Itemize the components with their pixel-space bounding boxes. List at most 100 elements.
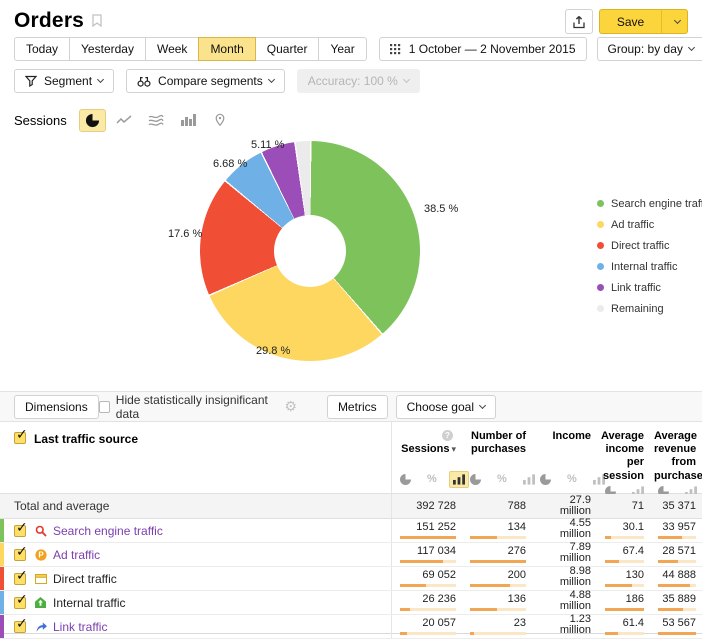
metric-cell: 33 957 [650, 519, 702, 542]
gear-icon[interactable]: ⚙ [284, 398, 297, 415]
column-header-avg-revenue: Average revenue from purchase [650, 422, 702, 493]
row-label-link[interactable]: Link traffic [53, 620, 107, 634]
chart-type-stacked-button[interactable] [143, 109, 170, 132]
metric-cell: 4.55 million [532, 519, 597, 542]
hide-insignificant-checkbox[interactable] [99, 401, 110, 413]
row-checkbox[interactable] [14, 573, 26, 585]
metric-cell: 134 [462, 519, 532, 542]
column-sort-button[interactable]: Average revenue from purchase [654, 430, 696, 483]
report-table: Last traffic source ?Sessions▾ % Number … [0, 422, 702, 639]
bookmark-icon[interactable] [92, 14, 102, 27]
binoculars-icon [137, 75, 151, 87]
tab-month[interactable]: Month [198, 37, 255, 61]
metric-cell: 276 [462, 543, 532, 566]
row-metrics: 26 236 136 4.88 million 186 35 889 [391, 591, 702, 614]
hide-insignificant-label[interactable]: Hide statistically insignificant data [116, 393, 279, 421]
choose-goal-dropdown[interactable]: Choose goal [396, 395, 496, 419]
group-by-label: Group: by day [608, 42, 683, 56]
date-range-button[interactable]: 1 October — 2 November 2015 [379, 37, 587, 61]
pie-toggle-icon[interactable] [396, 471, 415, 488]
legend-item[interactable]: Search engine traffic [597, 193, 702, 214]
metric-bar [658, 584, 696, 587]
column-sort-button[interactable]: Number of purchases [466, 430, 526, 456]
legend-item[interactable]: Link traffic [597, 277, 702, 298]
metric-bar [605, 560, 644, 563]
metric-bar [605, 536, 644, 539]
compare-segments-dropdown[interactable]: Compare segments [126, 69, 285, 93]
metric-bar [470, 560, 526, 563]
column-sort-button[interactable]: Average income per session [601, 430, 644, 483]
bar-chart-icon [181, 114, 196, 126]
metric-value: 61.4 [605, 618, 644, 629]
legend-item[interactable]: Remaining [597, 298, 702, 319]
tab-yesterday[interactable]: Yesterday [69, 37, 146, 61]
stacked-area-icon [148, 114, 164, 127]
row-checkbox[interactable] [14, 597, 26, 609]
metric-value: 4.88 million [540, 590, 591, 612]
percent-toggle-icon[interactable]: % [563, 470, 581, 488]
metric-bar [400, 584, 456, 587]
legend-item[interactable]: Internal traffic [597, 256, 702, 277]
dimensions-button[interactable]: Dimensions [14, 395, 99, 419]
row-dimension-cell: Link traffic [0, 615, 391, 638]
chart-type-line-button[interactable] [111, 109, 138, 132]
metric-value: 67.4 [605, 546, 644, 557]
pie-toggle-icon[interactable] [466, 471, 485, 488]
column-sort-button[interactable]: Income [536, 430, 591, 443]
percent-toggle-icon[interactable]: % [423, 470, 441, 488]
compare-segments-label: Compare segments [158, 74, 263, 88]
pie-toggle-icon[interactable] [536, 471, 555, 488]
chart-type-map-button[interactable] [207, 109, 234, 132]
column-sort-button[interactable]: ?Sessions▾ [396, 430, 456, 456]
pie-chart[interactable] [200, 141, 420, 361]
table-row: Direct traffic 69 052 200 8.98 million 1… [0, 567, 702, 591]
chart-type-pie-button[interactable] [79, 109, 106, 132]
metric-value: 788 [470, 501, 526, 512]
legend-dot [597, 263, 604, 270]
chart-type-columns-button[interactable] [175, 109, 202, 132]
select-all-checkbox[interactable] [14, 432, 26, 444]
export-button[interactable] [565, 9, 593, 34]
row-label-link[interactable]: Ad traffic [53, 548, 100, 562]
metrics-button[interactable]: Metrics [327, 395, 388, 419]
metric-value: 392 728 [400, 501, 456, 512]
metric-bar [470, 584, 526, 587]
chevron-down-icon [674, 16, 681, 23]
dimension-header-cell: Last traffic source [0, 422, 391, 493]
calendar-grid-icon [390, 44, 402, 55]
row-label-link[interactable]: Internal traffic [53, 596, 125, 610]
save-button[interactable]: Save [599, 9, 661, 34]
metric-bar [658, 608, 696, 611]
row-label-link[interactable]: Direct traffic [53, 572, 117, 586]
metric-value: 130 [605, 570, 644, 581]
tab-year[interactable]: Year [318, 37, 366, 61]
pie-slice-label: 5.11 % [251, 139, 284, 151]
dimension-header-label[interactable]: Last traffic source [34, 432, 138, 446]
metric-value: 136 [470, 594, 526, 605]
row-label-link[interactable]: Search engine traffic [53, 524, 163, 538]
metric-cell: 136 [462, 591, 532, 614]
internal-traffic-icon [34, 597, 47, 608]
metric-bar [470, 608, 526, 611]
tab-week[interactable]: Week [145, 37, 199, 61]
tab-quarter[interactable]: Quarter [255, 37, 320, 61]
tab-today[interactable]: Today [14, 37, 70, 61]
group-by-dropdown[interactable]: Group: by day [597, 37, 702, 61]
chevron-down-icon [479, 401, 486, 408]
legend-dot [597, 221, 604, 228]
help-icon[interactable]: ? [442, 430, 453, 441]
row-checkbox[interactable] [14, 621, 26, 633]
segment-dropdown[interactable]: Segment [14, 69, 114, 93]
row-checkbox[interactable] [14, 525, 26, 537]
row-checkbox[interactable] [14, 549, 26, 561]
metric-bar [605, 608, 644, 611]
line-chart-icon [116, 114, 132, 126]
legend-item[interactable]: Direct traffic [597, 235, 702, 256]
page-title: Orders [14, 9, 84, 33]
metric-cell: 27.9 million [532, 494, 597, 518]
percent-toggle-icon[interactable]: % [493, 470, 511, 488]
chevron-down-icon [268, 76, 275, 83]
legend-item[interactable]: Ad traffic [597, 214, 702, 235]
save-dropdown-button[interactable] [661, 9, 688, 34]
row-color-stripe [0, 567, 4, 590]
